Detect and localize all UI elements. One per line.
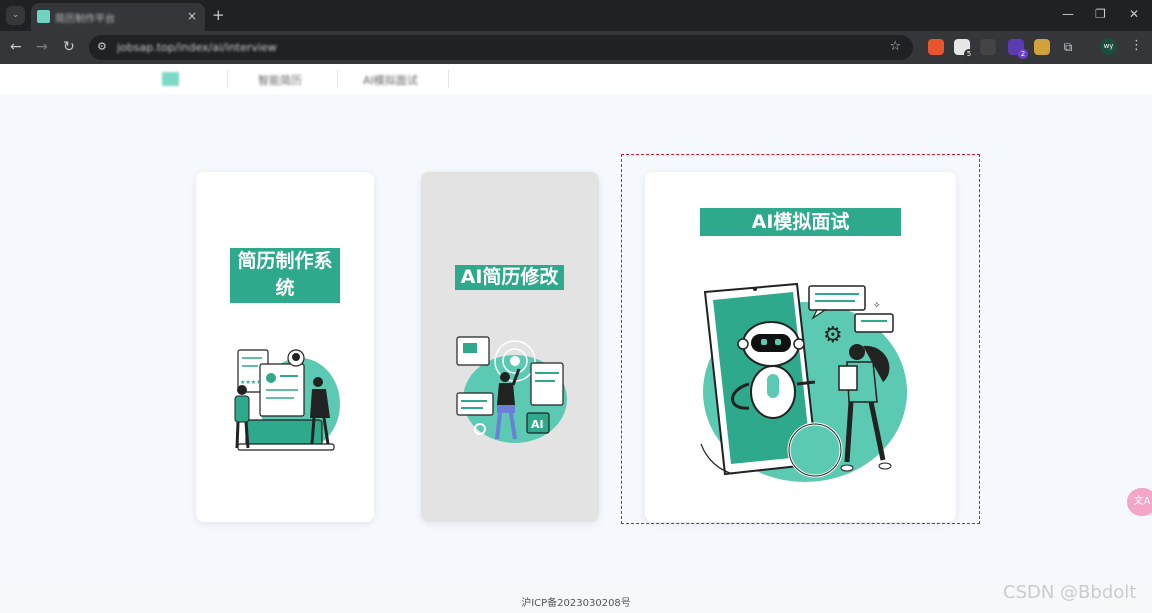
ai-tag-text: AI — [531, 418, 544, 431]
extensions-puzzle-icon[interactable]: ⧉ — [1060, 39, 1076, 55]
site-nav: 智能简历 AI模拟面试 — [0, 64, 1152, 94]
restore-button[interactable]: ❐ — [1095, 7, 1106, 21]
url-text: jobsap.top/index/ai/interview — [117, 41, 277, 54]
browser-toolbar: ← → ↻ ⚙ jobsap.top/index/ai/interview ☆ … — [0, 31, 1152, 64]
site-settings-icon[interactable]: ⚙ — [97, 40, 107, 53]
card-resume-builder[interactable]: 简历制作系统 ★★★★ — [196, 172, 374, 522]
ext-red-icon[interactable] — [928, 39, 944, 55]
card-ai-resume-edit[interactable]: AI简历修改 AI — [421, 172, 599, 522]
bookmark-star-icon[interactable]: ☆ — [889, 39, 901, 54]
tab-search-icon[interactable]: ⌄ — [6, 6, 25, 25]
ext-qr-icon[interactable]: 5 — [954, 39, 974, 59]
minimize-button[interactable]: — — [1062, 7, 1074, 21]
card-title: 简历制作系统 — [230, 248, 340, 303]
browser-tab[interactable]: 简历制作平台 × — [31, 3, 205, 31]
translate-float-icon[interactable]: 文A — [1127, 488, 1152, 516]
tab-title: 简历制作平台 — [55, 14, 115, 25]
profile-avatar[interactable]: wy — [1100, 38, 1117, 55]
nav-link-interview[interactable]: AI模拟面试 — [363, 72, 418, 88]
nav-divider — [337, 70, 338, 88]
new-tab-button[interactable]: + — [212, 6, 225, 24]
site-logo[interactable] — [162, 72, 179, 86]
watermark-text: CSDN @Bbdolt — [1003, 582, 1137, 603]
nav-divider — [448, 70, 449, 88]
ai-resume-illustration: AI — [456, 336, 567, 443]
resume-team-illustration: ★★★★ — [234, 349, 340, 451]
ext-panda-icon[interactable] — [980, 39, 996, 55]
favicon-icon — [37, 10, 50, 23]
browser-tab-bar: ⌄ 简历制作平台 × + — ❐ ✕ — [0, 0, 1152, 31]
forward-icon[interactable]: → — [36, 39, 48, 55]
close-window-button[interactable]: ✕ — [1129, 7, 1139, 21]
back-icon[interactable]: ← — [10, 39, 22, 55]
reload-icon[interactable]: ↻ — [63, 39, 75, 55]
tab-close-icon[interactable]: × — [187, 9, 197, 23]
icp-license[interactable]: 沪ICP备2023030208号 — [521, 598, 631, 609]
card-title: AI简历修改 — [455, 265, 564, 290]
nav-link-resume[interactable]: 智能简历 — [258, 72, 302, 88]
extension-badge: 2 — [1018, 49, 1028, 59]
ext-purple-icon[interactable]: 2 — [1008, 39, 1028, 59]
address-bar[interactable]: ⚙ jobsap.top/index/ai/interview ☆ — [89, 35, 913, 60]
ext-bird-icon[interactable] — [1034, 39, 1050, 55]
nav-divider — [227, 70, 228, 88]
svg-text:★★★★: ★★★★ — [240, 379, 262, 386]
browser-menu-icon[interactable]: ⋮ — [1130, 38, 1143, 53]
footer: 沪ICP备2023030208号 — [0, 584, 1152, 613]
selection-outline — [621, 154, 980, 524]
extension-badge: 5 — [964, 49, 974, 59]
